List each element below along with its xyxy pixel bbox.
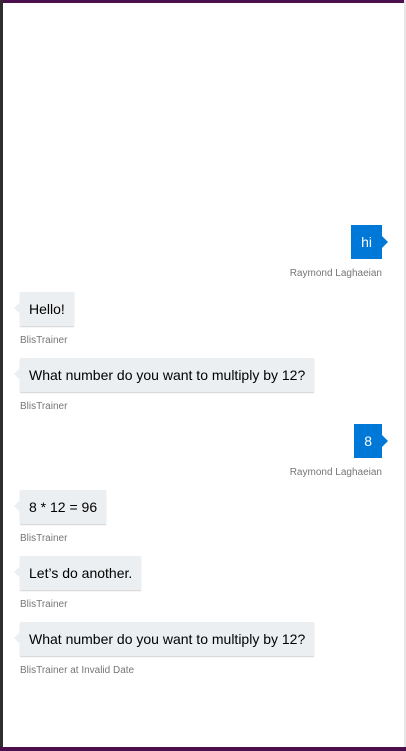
bot-message: What number do you want to multiply by 1… — [13, 358, 315, 413]
message-sender: BlisTrainer — [20, 533, 68, 544]
bot-message: Let’s do another. BlisTrainer — [13, 556, 142, 611]
bot-message: 8 * 12 = 96 BlisTrainer — [13, 490, 107, 545]
message-sender: BlisTrainer — [20, 599, 68, 610]
message-sender: Raymond Laghaeian — [289, 268, 382, 279]
message-sender: Raymond Laghaeian — [289, 467, 382, 478]
window-bottom-border — [0, 747, 406, 751]
message-sender: BlisTrainer — [20, 401, 68, 412]
user-message-bubble[interactable]: 8 — [354, 424, 388, 458]
bot-message-bubble[interactable]: What number do you want to multiply by 1… — [13, 622, 315, 656]
bot-message-bubble[interactable]: Let’s do another. — [13, 556, 142, 590]
bot-message-bubble[interactable]: 8 * 12 = 96 — [13, 490, 107, 524]
bot-message-bubble[interactable]: Hello! — [14, 292, 74, 326]
message-sender: BlisTrainer — [20, 335, 68, 346]
user-message-bubble[interactable]: hi — [351, 225, 388, 259]
chat-history[interactable]: hi Raymond Laghaeian Hello! BlisTrainer … — [3, 3, 404, 747]
bot-message: Hello! BlisTrainer — [14, 292, 74, 347]
user-message: hi Raymond Laghaeian — [289, 225, 388, 280]
bot-message-bubble[interactable]: What number do you want to multiply by 1… — [13, 358, 315, 392]
bot-message: What number do you want to multiply by 1… — [13, 622, 315, 677]
user-message: 8 Raymond Laghaeian — [289, 424, 388, 479]
message-timestamp: BlisTrainer at Invalid Date — [20, 665, 135, 676]
